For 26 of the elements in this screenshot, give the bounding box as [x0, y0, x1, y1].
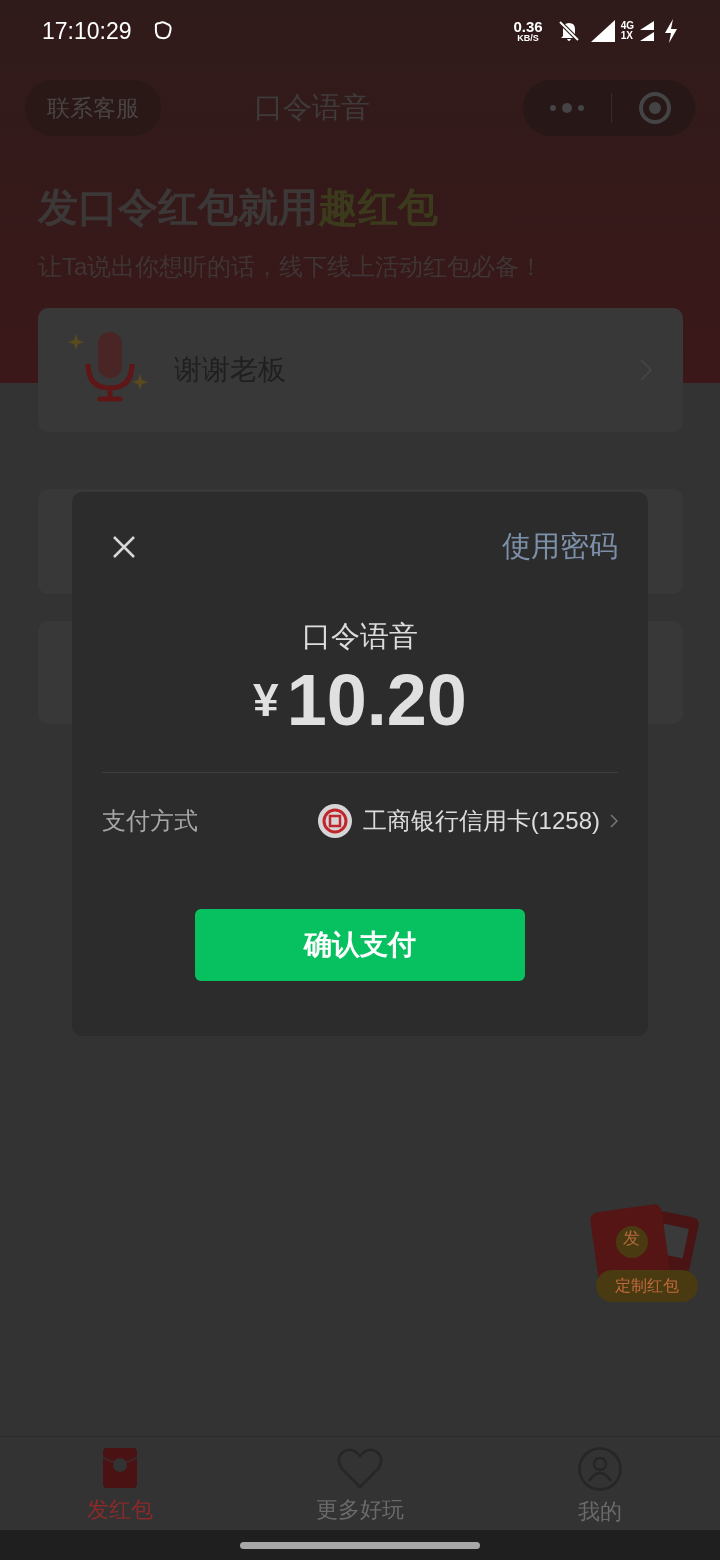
envelope-icon [102, 1447, 138, 1489]
custom-envelope-badge[interactable]: 发 定制红包 [590, 1200, 700, 1304]
payment-method-row[interactable]: 支付方式 工商银行信用卡(1258) [102, 803, 618, 839]
bell-muted-icon [556, 19, 581, 43]
envelope-glyph: 发 [623, 1230, 640, 1247]
more-icon[interactable] [549, 103, 585, 113]
mobile-network-indicator: 4G 1X [620, 21, 634, 41]
chevron-right-icon [610, 814, 618, 828]
use-password-link[interactable]: 使用密码 [502, 525, 618, 569]
charging-icon [664, 19, 678, 43]
custom-envelope-label: 定制红包 [596, 1270, 698, 1302]
payment-method: 工商银行信用卡(1258) [362, 806, 600, 836]
payment-method-label: 支付方式 [102, 806, 198, 836]
status-time: 17:10:29 [42, 16, 132, 46]
bank-logo-icon [316, 803, 353, 839]
confirm-payment-button[interactable]: 确认支付 [195, 909, 525, 981]
close-mini-program-icon[interactable] [638, 91, 672, 125]
capsule-menu[interactable] [523, 80, 695, 136]
close-icon[interactable] [112, 534, 136, 559]
tab-item[interactable]: 发红包 [0, 1437, 240, 1530]
network-speed: 0.36 KB/S [513, 19, 543, 43]
home-indicator[interactable] [240, 1541, 480, 1549]
payment-amount: 10.20 [286, 664, 467, 736]
signal-icon [590, 20, 615, 42]
payment-title: 口令语音 [302, 618, 418, 654]
currency-symbol: ¥ [253, 672, 279, 728]
